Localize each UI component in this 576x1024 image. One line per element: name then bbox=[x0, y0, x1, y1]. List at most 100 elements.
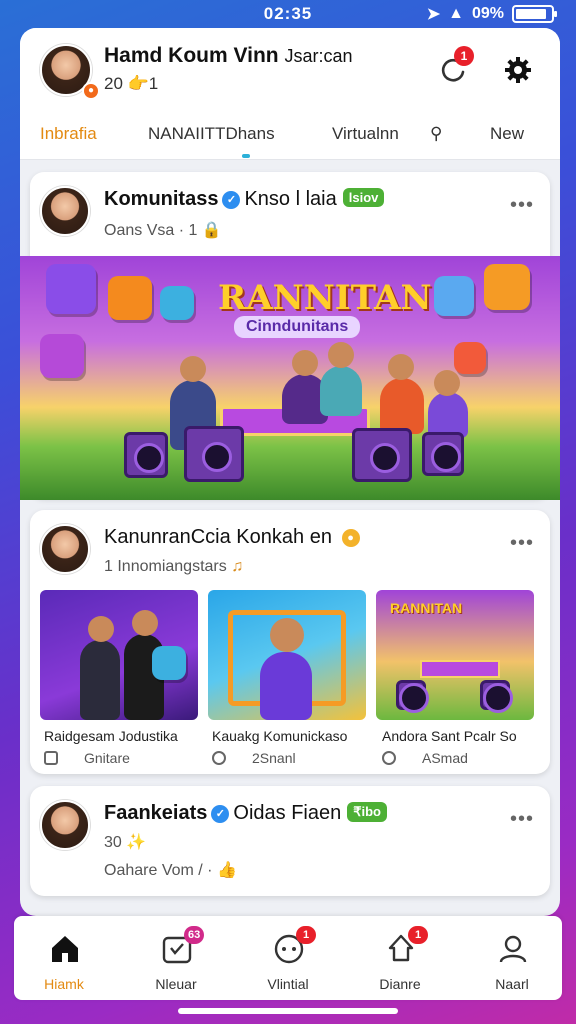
tab-bar: Inbrafia NANAIITTDhans Virtualnn ⚲ New bbox=[20, 120, 560, 158]
speaker-icon bbox=[352, 428, 412, 482]
signal-icon: ▲ bbox=[448, 5, 464, 22]
thumbnail-title: RANNITAN bbox=[390, 600, 463, 616]
tab-virtual[interactable]: Virtualnn bbox=[332, 124, 399, 144]
post-tag: lsiov bbox=[342, 188, 385, 207]
post-card[interactable]: Faankeiats ✓ Oidas Fiaen ₹ibo 30 ✨ Oahare V… bbox=[30, 786, 550, 896]
star-tile-icon bbox=[160, 286, 194, 320]
person-head bbox=[434, 370, 460, 396]
banner-title: RANNITAN bbox=[218, 278, 432, 318]
battery-percent: 09% bbox=[471, 5, 504, 22]
play-tile-icon bbox=[46, 264, 96, 314]
nav-badge: 1 bbox=[296, 926, 316, 944]
nav-label: Dianre bbox=[379, 976, 421, 992]
tab-new[interactable]: New bbox=[490, 124, 524, 144]
photo-tile-icon bbox=[108, 276, 152, 320]
nav-inbox[interactable]: 63 Nleuar bbox=[126, 916, 226, 1000]
status-bar: 02:35 ➤ ▲ 09% bbox=[0, 0, 576, 30]
image-tile-icon bbox=[454, 342, 486, 374]
verified-icon: ✓ bbox=[211, 805, 230, 823]
speaker-icon bbox=[396, 680, 429, 713]
post-banner-image[interactable]: RANNITAN Cinndunitans bbox=[20, 256, 560, 500]
person-figure bbox=[260, 652, 312, 720]
profile-icon bbox=[499, 935, 527, 963]
speaker-icon bbox=[184, 426, 244, 482]
verified-icon: ✓ bbox=[222, 191, 241, 209]
home-icon bbox=[52, 936, 78, 962]
tile-icon bbox=[152, 646, 186, 680]
nav-chat[interactable]: 1 Vlintial bbox=[238, 916, 338, 1000]
thumbnail-image[interactable]: RANNITAN bbox=[376, 590, 534, 720]
gear-icon bbox=[505, 57, 531, 83]
speaker-icon bbox=[480, 680, 513, 713]
location-icon: ➤ bbox=[426, 6, 441, 23]
more-options-icon[interactable]: ••• bbox=[510, 532, 534, 555]
stage-platform bbox=[420, 660, 500, 678]
thumbnail-meta: Gnitare bbox=[44, 750, 130, 766]
person-figure bbox=[380, 378, 424, 434]
thumbnail-caption: Andora Sant Pcalr So bbox=[382, 728, 517, 744]
paw-tile-icon bbox=[484, 264, 530, 310]
nav-profile[interactable]: Naarl bbox=[462, 916, 562, 1000]
post-meta: Oans Vsa · 1 🔒 bbox=[104, 222, 222, 239]
avatar-status-icon: ● bbox=[82, 82, 100, 100]
thumbnail-meta: ASmad bbox=[382, 750, 468, 766]
nav-badge: 63 bbox=[184, 926, 205, 944]
settings-button[interactable] bbox=[498, 50, 538, 90]
person-figure bbox=[320, 366, 362, 416]
thumbnail-image[interactable] bbox=[40, 590, 198, 720]
tab-inbrafia[interactable]: Inbrafia bbox=[40, 124, 97, 144]
checkbox-icon[interactable] bbox=[44, 751, 58, 765]
person-head bbox=[270, 618, 304, 652]
avatar[interactable] bbox=[40, 186, 90, 236]
nav-alerts[interactable]: 1 Dianre bbox=[350, 916, 450, 1000]
post-card[interactable]: KanunranCcia Konkah en ● 1 Innomiangstar… bbox=[30, 510, 550, 774]
post-meta: 30 ✨ bbox=[104, 834, 147, 851]
thumbnail-meta: 2Snanl bbox=[212, 750, 296, 766]
refresh-button[interactable]: 1 bbox=[434, 46, 474, 90]
thumbnail-caption: Kauakg Komunickaso bbox=[212, 728, 348, 744]
tab-indicator bbox=[242, 154, 250, 158]
more-options-icon[interactable]: ••• bbox=[510, 194, 534, 217]
nav-label: Vlintial bbox=[267, 976, 309, 992]
battery-icon bbox=[512, 5, 557, 23]
avatar[interactable] bbox=[40, 800, 90, 850]
person-head bbox=[388, 354, 414, 380]
post-title: KanunranCcia Konkah en ● bbox=[104, 526, 364, 549]
search-icon[interactable]: ⚲ bbox=[430, 124, 442, 144]
profile-sub: 20 👉1 bbox=[104, 74, 159, 93]
profile-name: Hamd Koum Vinn Jsar:can bbox=[104, 44, 353, 67]
thumbnail-caption: Raidgesam Jodustika bbox=[44, 728, 178, 744]
bottom-nav: Hiamk 63 Nleuar 1 Vlintial 1 Dianre Naar… bbox=[14, 916, 562, 1000]
heart-icon[interactable] bbox=[382, 751, 396, 765]
post-title: Faankeiats ✓ Oidas Fiaen ₹ibo bbox=[104, 802, 387, 825]
banner-subtitle: Cinndunitans bbox=[234, 316, 361, 338]
nav-label: Nleuar bbox=[155, 976, 197, 992]
status-icons: ➤ ▲ 09% bbox=[426, 4, 557, 24]
person-figure bbox=[80, 640, 120, 720]
badge-icon: ● bbox=[341, 529, 360, 547]
post-actions[interactable]: Oahare Vom / · 👍 bbox=[104, 860, 237, 880]
music-tile-icon bbox=[40, 334, 84, 378]
avatar[interactable] bbox=[40, 524, 90, 574]
header: ● Hamd Koum Vinn Jsar:can 20 👉1 1 Inbraf… bbox=[20, 28, 560, 160]
person-head bbox=[292, 350, 318, 376]
person-head bbox=[88, 616, 114, 642]
nav-label: Hiamk bbox=[44, 976, 84, 992]
cat-tile-icon bbox=[434, 276, 474, 316]
home-indicator[interactable] bbox=[178, 1008, 398, 1014]
more-options-icon[interactable]: ••• bbox=[510, 808, 534, 831]
post-card[interactable]: Komunitass ✓ Knso l laia lsiov Oans Vsa · 1… bbox=[20, 172, 560, 500]
person-head bbox=[132, 610, 158, 636]
speaker-icon bbox=[422, 432, 464, 476]
music-icon: ♫ bbox=[231, 558, 244, 575]
app-shell: ● Hamd Koum Vinn Jsar:can 20 👉1 1 Inbraf… bbox=[20, 28, 560, 916]
post-meta: 1 Innomiangstars ♫ bbox=[104, 558, 244, 575]
post-tag: ₹ibo bbox=[347, 802, 387, 822]
notification-badge: 1 bbox=[454, 46, 474, 66]
thumbnail-image[interactable] bbox=[208, 590, 366, 720]
tab-nanaiit[interactable]: NANAIITTDhans bbox=[148, 124, 275, 144]
speaker-icon bbox=[124, 432, 168, 478]
nav-label: Naarl bbox=[495, 976, 529, 992]
nav-home[interactable]: Hiamk bbox=[14, 916, 114, 1000]
comment-icon[interactable] bbox=[212, 751, 226, 765]
